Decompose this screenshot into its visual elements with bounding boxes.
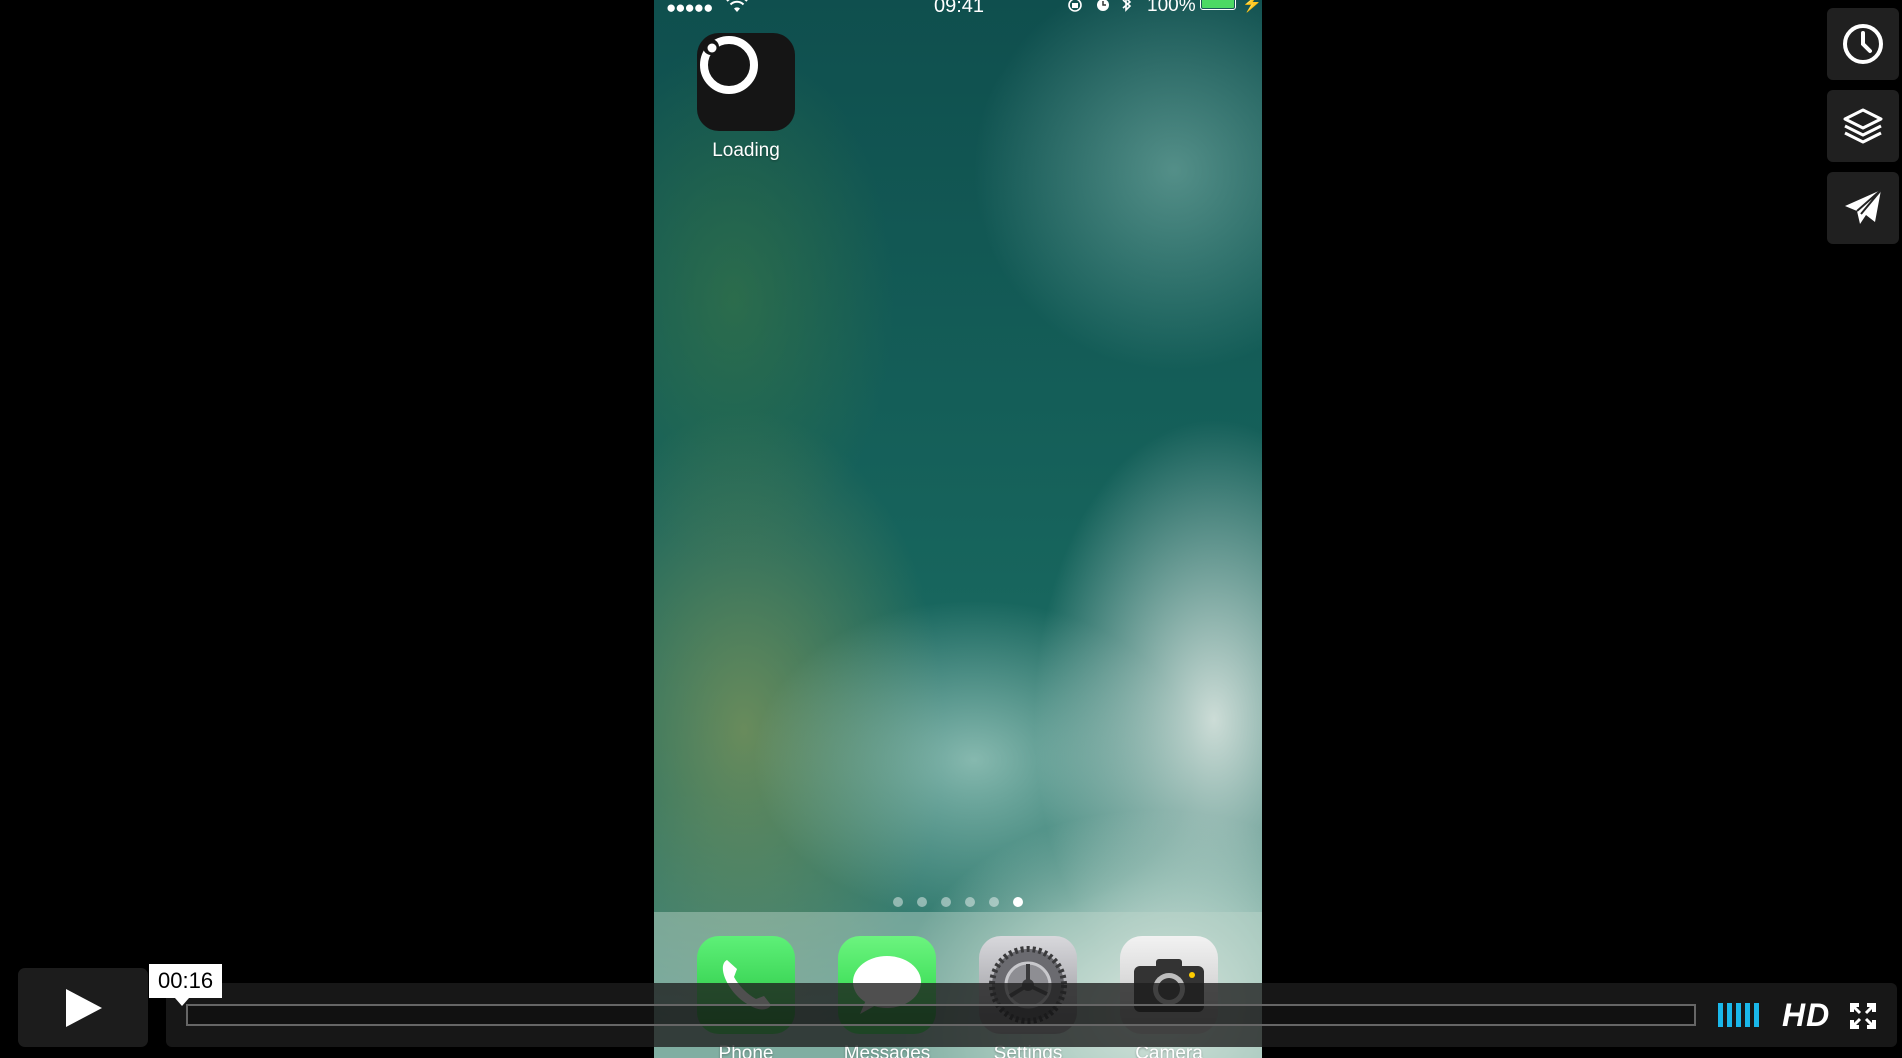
battery-fill — [1202, 0, 1234, 8]
fullscreen-button[interactable] — [1850, 1003, 1876, 1034]
current-time-tooltip: 00:16 — [149, 964, 223, 1006]
player-control-bar: HD — [166, 983, 1897, 1047]
volume-bar — [1736, 1003, 1741, 1027]
volume-bars-icon[interactable] — [1716, 1003, 1764, 1032]
phone-screen: ●●●●● 09:41 100% ⚡ Loading Phone Message… — [654, 0, 1262, 1058]
app-label: Loading — [712, 140, 780, 161]
layers-icon — [1843, 108, 1883, 144]
fullscreen-icon — [1850, 1003, 1876, 1029]
page-dot — [941, 897, 951, 907]
collections-button[interactable] — [1827, 90, 1899, 162]
clock-icon — [1843, 24, 1883, 64]
signal-strength: ●●●●● — [666, 0, 713, 17]
play-icon — [66, 989, 102, 1027]
volume-bar — [1718, 1003, 1723, 1027]
page-dot — [989, 897, 999, 907]
status-time: 09:41 — [934, 0, 985, 17]
volume-bar — [1727, 1003, 1732, 1027]
page-dot — [965, 897, 975, 907]
volume-bar — [1745, 1003, 1750, 1027]
wifi-icon — [726, 0, 748, 16]
battery-percent: 100% — [1147, 0, 1196, 16]
page-dot — [1013, 897, 1023, 907]
app-loading[interactable]: Loading — [696, 33, 796, 162]
status-icons — [1067, 0, 1137, 18]
charging-icon: ⚡ — [1242, 0, 1262, 13]
status-bar: ●●●●● 09:41 100% ⚡ — [654, 0, 1262, 16]
hd-toggle[interactable]: HD — [1782, 997, 1830, 1034]
share-button[interactable] — [1827, 172, 1899, 244]
watch-later-button[interactable] — [1827, 8, 1899, 80]
play-button[interactable] — [18, 968, 148, 1047]
volume-bar — [1754, 1003, 1759, 1027]
loading-app-icon — [697, 33, 795, 131]
battery-icon — [1200, 0, 1236, 10]
page-dot — [893, 897, 903, 907]
progress-bar[interactable] — [186, 1004, 1696, 1026]
paper-plane-icon — [1845, 189, 1882, 224]
page-indicator[interactable] — [654, 894, 1262, 912]
page-dot — [917, 897, 927, 907]
